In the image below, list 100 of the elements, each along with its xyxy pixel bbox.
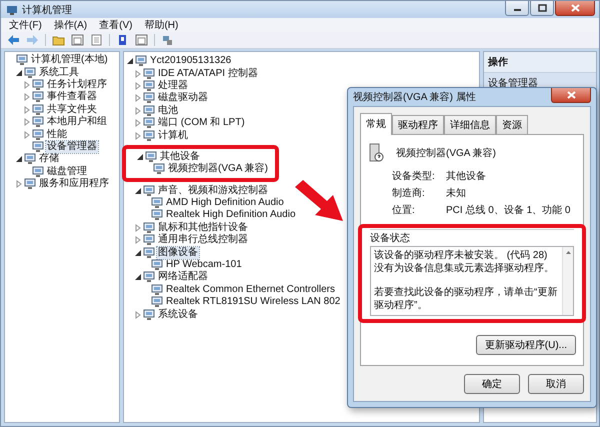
tree-item[interactable]: 存储: [38, 153, 60, 166]
tree-item[interactable]: AMD High Definition Audio: [165, 197, 285, 210]
monitor-icon: [145, 150, 157, 163]
expanded-arrow-icon[interactable]: [134, 248, 142, 257]
actions-header: 操作: [484, 52, 596, 73]
expanded-arrow-icon[interactable]: [136, 152, 144, 161]
expanded-arrow-icon[interactable]: [126, 57, 134, 66]
monitor-icon: [16, 54, 28, 66]
collapsed-arrow-icon[interactable]: [134, 70, 142, 78]
tree-item[interactable]: IDE ATA/ATAPI 控制器: [157, 68, 259, 80]
dialog-button[interactable]: 取消: [528, 374, 584, 394]
menu-item[interactable]: 文件(F): [9, 18, 42, 32]
tree-item[interactable]: 任务计划程序: [46, 78, 108, 91]
monitor-icon: [143, 104, 155, 117]
tree-item[interactable]: 性能: [46, 128, 68, 141]
tab[interactable]: 详细信息: [444, 115, 496, 134]
expanded-arrow-icon[interactable]: [134, 186, 142, 195]
collapsed-arrow-icon[interactable]: [134, 310, 142, 319]
tree-item[interactable]: 系统设备: [157, 308, 199, 321]
monitor-icon: [143, 271, 155, 284]
device-name: 视频控制器(VGA 兼容): [396, 146, 496, 160]
dialog-button[interactable]: 确定: [464, 374, 520, 394]
collapsed-arrow-icon[interactable]: [134, 119, 142, 128]
close-button[interactable]: [555, 1, 595, 16]
tree-item[interactable]: Realtek RTL8191SU Wireless LAN 802: [165, 296, 342, 308]
collapsed-arrow-icon[interactable]: [134, 106, 142, 115]
collapsed-arrow-icon[interactable]: [23, 80, 31, 89]
property-value: 未知: [446, 186, 467, 200]
tree-item[interactable]: 磁盘驱动器: [157, 92, 209, 104]
toolbar-button[interactable]: [133, 33, 150, 47]
property-label: 制造商:: [392, 186, 426, 200]
monitor-icon: [32, 78, 44, 91]
tree-item[interactable]: 网络适配器: [157, 271, 209, 284]
expanded-arrow-icon[interactable]: [134, 273, 142, 282]
tab[interactable]: 资源: [496, 115, 528, 134]
collapsed-arrow-icon[interactable]: [15, 180, 23, 188]
monitor-icon: [143, 68, 155, 80]
tree-item[interactable]: 处理器: [157, 80, 189, 92]
tree-item[interactable]: 本地用户和组: [46, 116, 108, 128]
collapsed-arrow-icon[interactable]: [23, 93, 31, 102]
tree-item[interactable]: 视频控制器(VGA 兼容): [167, 163, 270, 176]
help-book-icon: [116, 34, 129, 46]
tree-item[interactable]: 通用串行总线控制器: [157, 234, 249, 246]
monitor-icon: [151, 259, 163, 272]
monitor-icon: [151, 284, 163, 296]
expanded-arrow-icon[interactable]: [15, 68, 23, 77]
monitor-icon: [151, 209, 163, 222]
tree-item[interactable]: Yct201905131326: [149, 55, 232, 68]
collapsed-arrow-icon[interactable]: [23, 106, 31, 114]
tree-item[interactable]: 事件查看器: [46, 91, 98, 104]
collapsed-arrow-icon[interactable]: [134, 224, 142, 232]
tree-item[interactable]: 端口 (COM 和 LPT): [157, 117, 246, 130]
property-value: 其他设备: [446, 170, 487, 183]
tree-item[interactable]: HP Webcam-101: [165, 259, 243, 272]
property-label: 设备类型:: [392, 170, 436, 183]
close-icon: [570, 4, 580, 12]
menu-item[interactable]: 操作(A): [54, 18, 88, 32]
monitor-icon: [151, 197, 163, 210]
tree-item[interactable]: 设备管理器: [46, 140, 98, 153]
tree-item[interactable]: 计算机管理(本地): [30, 54, 109, 66]
monitor-icon: [153, 163, 165, 176]
tree-item[interactable]: 图像设备: [157, 246, 199, 259]
tree-item[interactable]: 磁盘管理: [46, 166, 88, 178]
tree-item[interactable]: 声音、视频和游戏控制器: [157, 184, 269, 197]
monitor-icon: [151, 296, 163, 308]
update-driver-button[interactable]: 更新驱动程序(U)...: [476, 335, 576, 355]
scroll-up-icon: [564, 250, 572, 255]
tab[interactable]: 常规: [360, 113, 392, 135]
close-button[interactable]: [551, 88, 591, 103]
monitor-icon: [24, 66, 36, 79]
tree-item[interactable]: 系统工具: [38, 66, 80, 79]
menu-item[interactable]: 查看(V): [99, 18, 132, 32]
maximize-icon: [538, 4, 546, 12]
collapsed-arrow-icon[interactable]: [134, 132, 142, 140]
tree-item[interactable]: 计算机: [157, 130, 189, 142]
tab[interactable]: 驱动程序: [392, 115, 444, 134]
collapsed-arrow-icon[interactable]: [23, 130, 31, 139]
collapsed-arrow-icon[interactable]: [134, 236, 142, 244]
monitor-icon: [32, 140, 44, 153]
tree-item[interactable]: 服务和应用程序: [38, 178, 110, 190]
collapsed-arrow-icon[interactable]: [134, 94, 142, 102]
collapsed-arrow-icon[interactable]: [134, 82, 142, 90]
tree-item[interactable]: Realtek Common Ethernet Controllers: [165, 284, 336, 296]
tree-item[interactable]: 其他设备: [159, 150, 201, 163]
toolbar-button[interactable]: [69, 33, 86, 47]
maximize-button[interactable]: [530, 1, 554, 16]
tree-item[interactable]: Realtek High Definition Audio: [165, 209, 297, 222]
collapsed-arrow-icon[interactable]: [23, 118, 31, 126]
tree-item[interactable]: 电池: [157, 104, 179, 117]
window-title: 计算机管理: [22, 4, 72, 16]
tree-item[interactable]: 共享文件夹: [46, 104, 98, 116]
scrollbar[interactable]: [562, 247, 573, 315]
status-text: 该设备的驱动程序未被安装。 (代码 28): [374, 249, 548, 262]
device-icon: [161, 34, 174, 46]
unknown-device-icon: [368, 143, 384, 163]
tree-item[interactable]: 鼠标和其他指针设备: [157, 222, 249, 234]
expanded-arrow-icon[interactable]: [15, 155, 23, 164]
menu-item[interactable]: 帮助(H): [144, 18, 178, 32]
minimize-button[interactable]: [505, 1, 529, 16]
monitor-icon: [143, 184, 155, 197]
